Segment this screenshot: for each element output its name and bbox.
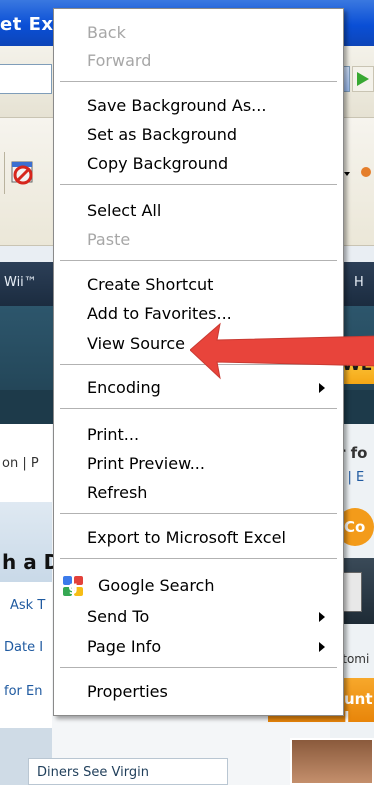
menu-item-export-excel[interactable]: Export to Microsoft Excel — [54, 524, 343, 552]
nav-link-wii[interactable]: Wii™ — [4, 275, 37, 290]
menu-item-refresh[interactable]: Refresh — [54, 479, 343, 507]
profile-photo — [290, 738, 374, 785]
menu-item-copy-background[interactable]: Copy Background — [54, 150, 343, 178]
submenu-arrow-icon — [319, 642, 325, 652]
nav-link-h[interactable]: H — [354, 275, 364, 290]
menu-item-save-background[interactable]: Save Background As... — [54, 92, 343, 120]
menu-separator — [60, 184, 337, 185]
left-link-text[interactable]: on | P — [2, 456, 39, 471]
go-button[interactable] — [352, 66, 374, 92]
menu-item-encoding-label: Encoding — [87, 378, 161, 397]
annotation-arrow-icon — [190, 322, 374, 380]
menu-separator — [60, 667, 337, 668]
menu-item-select-all[interactable]: Select All — [54, 197, 343, 225]
news-card[interactable]: Diners See Virgin — [28, 758, 228, 785]
menu-item-print[interactable]: Print... — [54, 421, 343, 449]
menu-item-send-to-label: Send To — [87, 607, 150, 626]
menu-item-google-search[interactable]: g Google Search — [54, 572, 343, 600]
popup-blocker-icon[interactable] — [8, 158, 38, 188]
for-en-link[interactable]: for En — [4, 684, 42, 699]
toolbar-separator — [4, 152, 5, 194]
menu-separator — [60, 558, 337, 559]
menu-item-forward[interactable]: Forward — [54, 47, 343, 75]
menu-item-create-shortcut[interactable]: Create Shortcut — [54, 271, 343, 299]
menu-separator — [60, 260, 337, 261]
menu-item-set-as-background[interactable]: Set as Background — [54, 121, 343, 149]
submenu-arrow-icon — [319, 383, 325, 393]
window-title: et Ex — [0, 14, 54, 35]
left-headline: h a D — [2, 550, 61, 574]
menu-item-print-preview[interactable]: Print Preview... — [54, 450, 343, 478]
menu-item-back[interactable]: Back — [54, 19, 343, 47]
svg-text:g: g — [68, 580, 77, 595]
date-link[interactable]: Date I — [4, 640, 43, 655]
menu-separator — [60, 513, 337, 514]
menu-item-google-search-label: Google Search — [98, 576, 215, 595]
menu-separator — [60, 408, 337, 409]
menu-item-properties[interactable]: Properties — [54, 678, 343, 706]
submenu-arrow-icon — [319, 612, 325, 622]
menu-item-page-info[interactable]: Page Info — [54, 633, 343, 661]
menu-item-send-to[interactable]: Send To — [54, 603, 343, 631]
menu-item-paste[interactable]: Paste — [54, 226, 343, 254]
toolbar-overflow-icon[interactable] — [340, 158, 374, 188]
menu-separator — [60, 81, 337, 82]
address-input[interactable] — [0, 64, 52, 94]
ask-link[interactable]: Ask T — [10, 598, 45, 613]
menu-item-page-info-label: Page Info — [87, 637, 162, 656]
go-arrow-icon — [357, 72, 369, 86]
google-icon: g — [63, 576, 83, 596]
